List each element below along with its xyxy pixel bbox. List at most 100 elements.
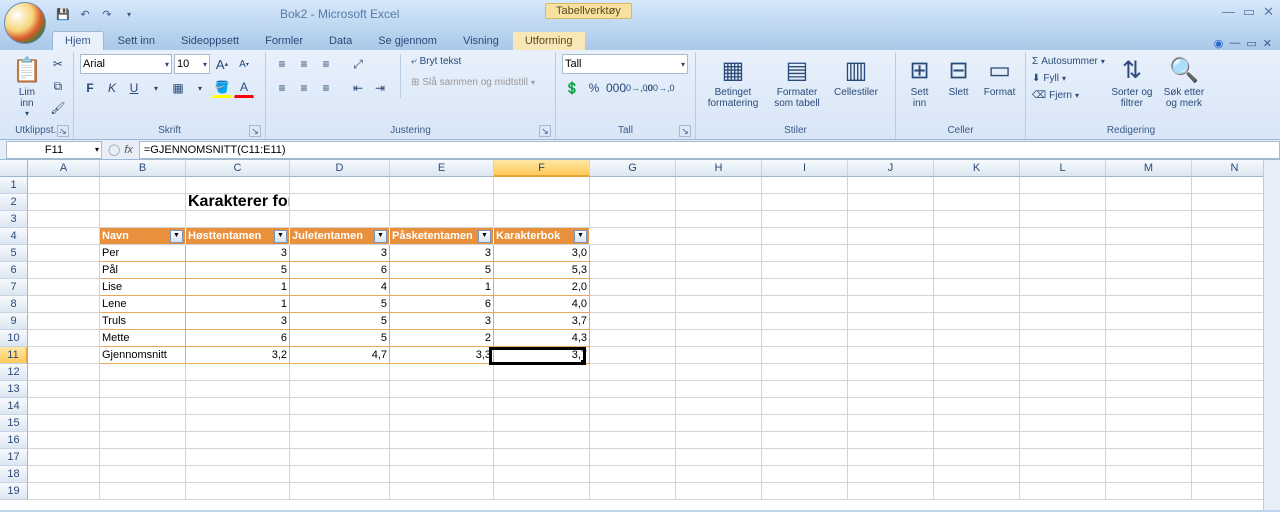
cell[interactable] xyxy=(186,432,290,449)
insert-cells-button[interactable]: ⊞Sett inn xyxy=(902,54,937,111)
cell[interactable] xyxy=(590,483,676,500)
clear-button[interactable]: ⌫Fjern▾ xyxy=(1032,88,1105,103)
cell[interactable] xyxy=(100,483,186,500)
cell[interactable] xyxy=(28,432,100,449)
cell[interactable] xyxy=(848,381,934,398)
cell[interactable]: 3 xyxy=(390,245,494,262)
cell[interactable] xyxy=(1020,313,1106,330)
delete-cells-button[interactable]: ⊟Slett xyxy=(941,54,976,100)
cell[interactable]: Per xyxy=(100,245,186,262)
cell[interactable] xyxy=(28,279,100,296)
undo-icon[interactable]: ↶ xyxy=(76,5,94,23)
cell[interactable] xyxy=(28,381,100,398)
cell[interactable]: Påsketentamen▼ xyxy=(390,228,494,245)
cell[interactable] xyxy=(1106,279,1192,296)
row-header[interactable]: 1 xyxy=(0,177,28,194)
cell[interactable] xyxy=(186,398,290,415)
cell[interactable] xyxy=(762,279,848,296)
cell[interactable] xyxy=(934,194,1020,211)
col-header[interactable]: L xyxy=(1020,160,1106,177)
cell[interactable] xyxy=(1106,177,1192,194)
align-bottom-icon[interactable]: ≡ xyxy=(316,54,336,74)
cell[interactable] xyxy=(100,364,186,381)
cell[interactable] xyxy=(1020,381,1106,398)
cell[interactable] xyxy=(1020,364,1106,381)
cell[interactable] xyxy=(1106,262,1192,279)
fx-icon[interactable]: fx xyxy=(124,144,133,156)
wrap-text-button[interactable]: ⤶Bryt tekst xyxy=(411,54,535,69)
cell[interactable] xyxy=(934,347,1020,364)
row-header[interactable]: 3 xyxy=(0,211,28,228)
row-header[interactable]: 2 xyxy=(0,194,28,211)
sort-filter-button[interactable]: ⇅Sorter og filtrer xyxy=(1109,54,1155,111)
col-header[interactable]: H xyxy=(676,160,762,177)
grow-font-icon[interactable]: A▴ xyxy=(212,54,232,74)
cell[interactable] xyxy=(390,398,494,415)
cell[interactable] xyxy=(934,449,1020,466)
cell[interactable] xyxy=(762,364,848,381)
cell[interactable]: 1 xyxy=(390,279,494,296)
cell[interactable] xyxy=(934,483,1020,500)
tab-home[interactable]: Hjem xyxy=(52,31,104,50)
cell[interactable] xyxy=(590,449,676,466)
cell[interactable] xyxy=(676,483,762,500)
redo-icon[interactable]: ↷ xyxy=(98,5,116,23)
cell[interactable] xyxy=(100,211,186,228)
cell[interactable] xyxy=(590,279,676,296)
cell[interactable] xyxy=(762,415,848,432)
fill-button[interactable]: ⬇Fyll▾ xyxy=(1032,71,1105,86)
decrease-decimal-icon[interactable]: ,00→,0 xyxy=(650,78,670,98)
cell[interactable] xyxy=(762,432,848,449)
cell[interactable] xyxy=(1106,228,1192,245)
cell[interactable] xyxy=(186,415,290,432)
cell[interactable] xyxy=(848,228,934,245)
cell[interactable] xyxy=(100,415,186,432)
spreadsheet-grid[interactable]: ⌄ A B C D E F G H I J K L M N 12Karakter… xyxy=(0,160,1280,510)
format-painter-icon[interactable]: 🖌 xyxy=(48,98,68,118)
cell[interactable] xyxy=(676,177,762,194)
cell[interactable] xyxy=(590,347,676,364)
cell[interactable] xyxy=(186,449,290,466)
cell[interactable] xyxy=(1020,194,1106,211)
vertical-scrollbar[interactable] xyxy=(1263,160,1280,510)
maximize-icon[interactable]: ▭ xyxy=(1243,4,1255,20)
cell[interactable] xyxy=(590,415,676,432)
row-header[interactable]: 19 xyxy=(0,483,28,500)
cell[interactable]: 1 xyxy=(186,279,290,296)
cell[interactable] xyxy=(28,194,100,211)
cell[interactable]: Karakterbok▼ xyxy=(494,228,590,245)
cell[interactable] xyxy=(28,296,100,313)
cell[interactable] xyxy=(1020,279,1106,296)
cell[interactable] xyxy=(676,432,762,449)
cell[interactable] xyxy=(1020,449,1106,466)
row-header[interactable]: 7 xyxy=(0,279,28,296)
cell[interactable] xyxy=(762,398,848,415)
qat-more-icon[interactable]: ▾ xyxy=(120,5,138,23)
name-box[interactable]: F11▾ xyxy=(6,141,102,159)
cell[interactable] xyxy=(290,211,390,228)
cell[interactable] xyxy=(848,262,934,279)
cell[interactable] xyxy=(290,364,390,381)
cell[interactable]: 5 xyxy=(290,313,390,330)
cell[interactable]: 4,3 xyxy=(494,330,590,347)
cell[interactable] xyxy=(676,262,762,279)
cell[interactable]: Navn▼ xyxy=(100,228,186,245)
cell[interactable] xyxy=(186,466,290,483)
row-header[interactable]: 18 xyxy=(0,466,28,483)
cell[interactable]: 5 xyxy=(290,296,390,313)
number-format-combo[interactable]: Tall▾ xyxy=(562,54,688,74)
cell[interactable] xyxy=(100,398,186,415)
cell[interactable]: 3,7 xyxy=(494,347,590,364)
cell[interactable] xyxy=(848,432,934,449)
cell[interactable]: Pål xyxy=(100,262,186,279)
cell[interactable] xyxy=(28,483,100,500)
cell[interactable] xyxy=(676,279,762,296)
cell[interactable] xyxy=(494,194,590,211)
font-color-icon[interactable]: A xyxy=(234,78,254,98)
autosum-button[interactable]: ΣAutosummer▾ xyxy=(1032,54,1105,69)
accounting-icon[interactable]: 💲 xyxy=(562,78,582,98)
cell[interactable] xyxy=(934,398,1020,415)
cell[interactable] xyxy=(1106,330,1192,347)
col-header[interactable]: K xyxy=(934,160,1020,177)
cell[interactable] xyxy=(590,194,676,211)
